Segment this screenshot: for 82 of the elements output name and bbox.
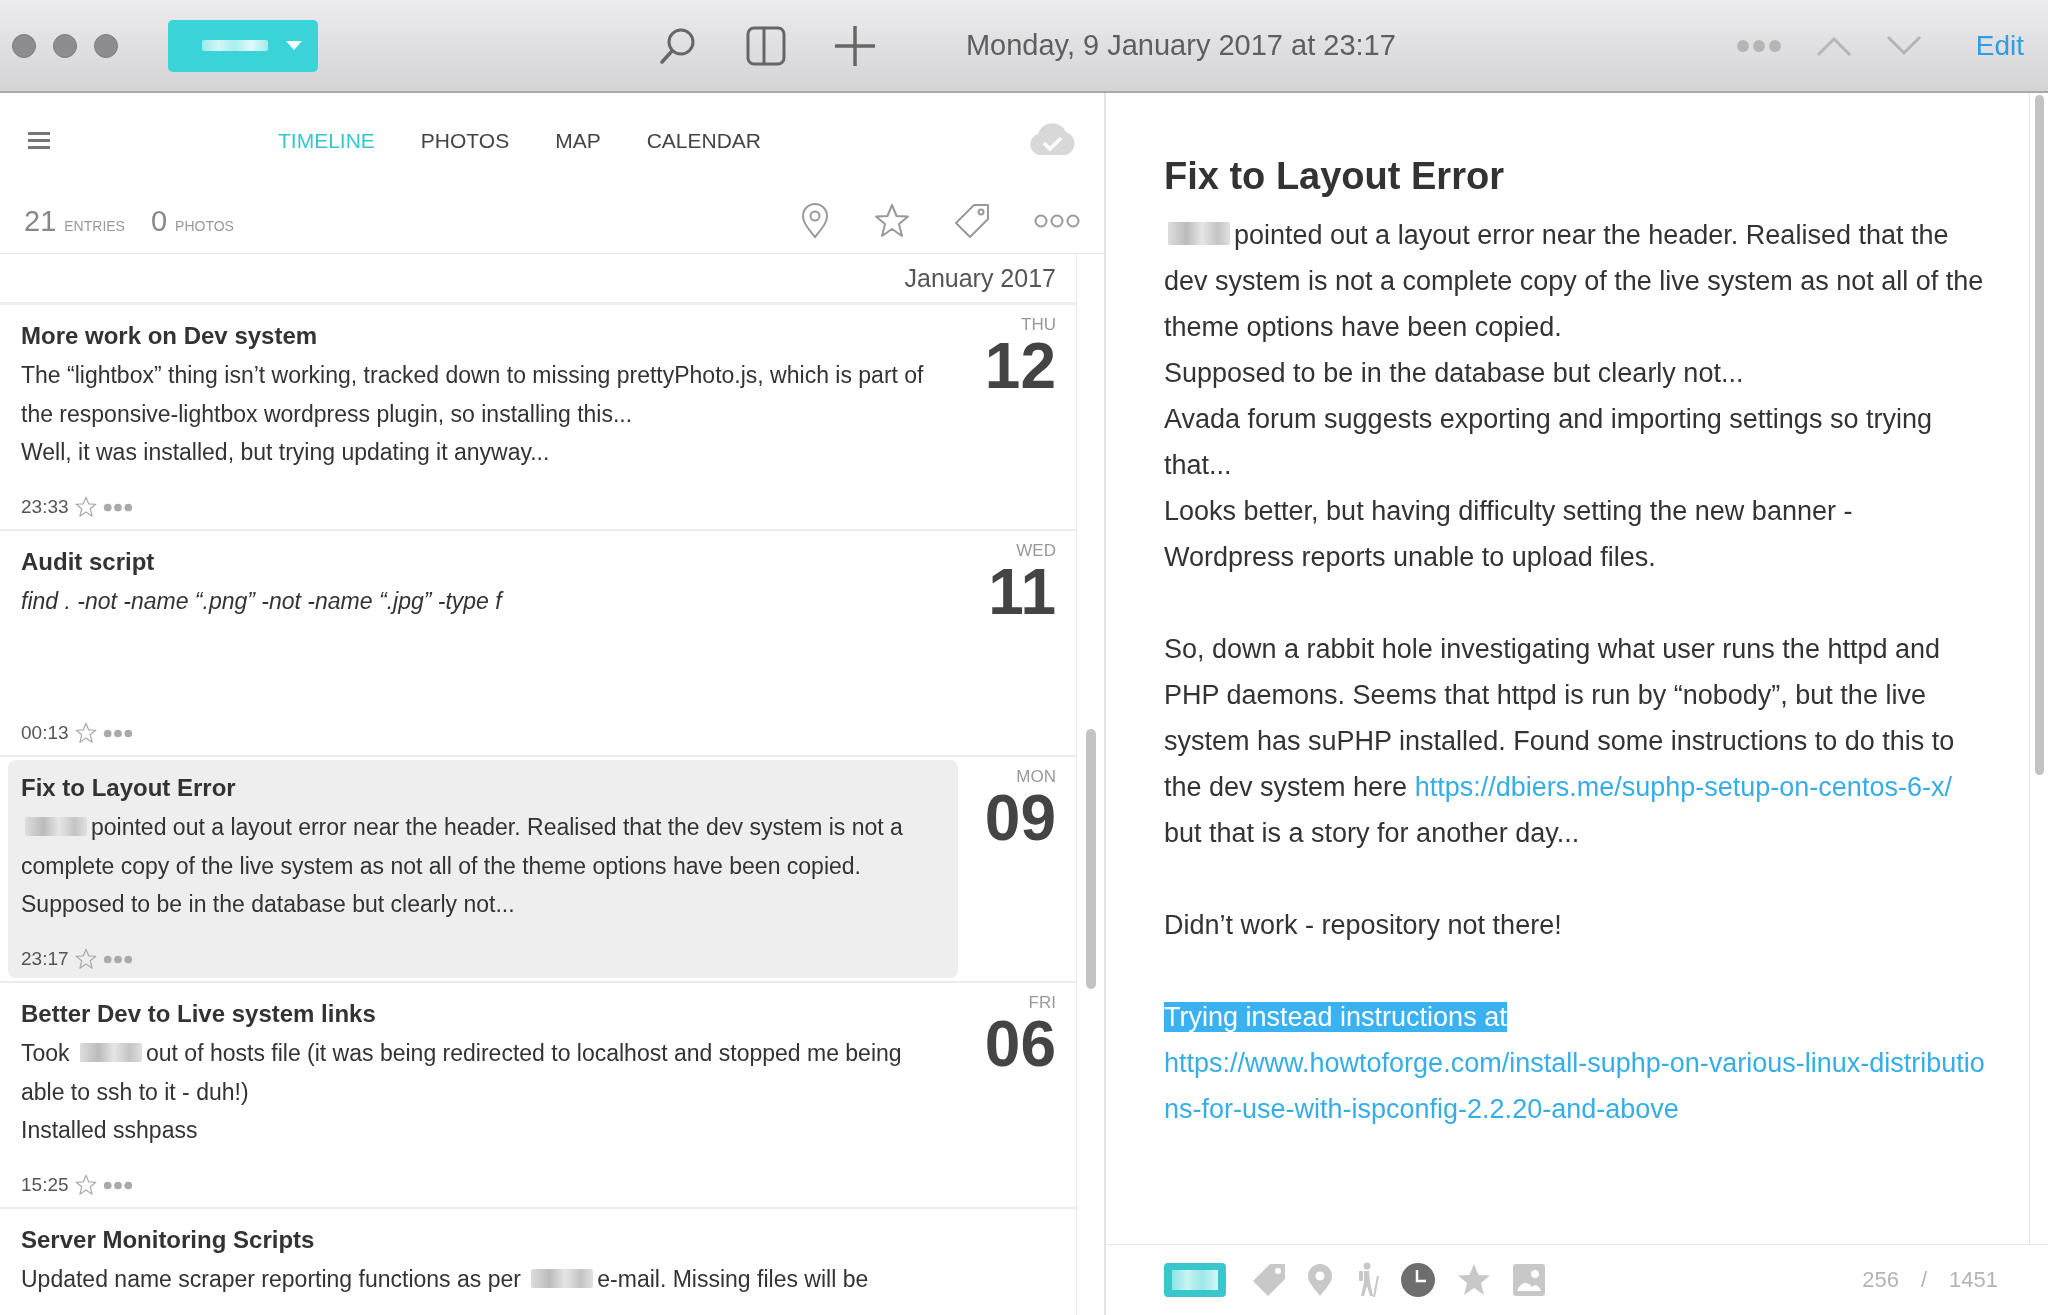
journal-button[interactable] <box>168 19 318 72</box>
entry-time: 15:25 <box>21 1174 69 1196</box>
entry-text: Well, it was installed, but trying updating it anyway... <box>21 438 551 467</box>
star-icon[interactable] <box>874 203 910 239</box>
stat-label: ENTRIES <box>64 217 125 234</box>
location-pin-icon[interactable] <box>800 203 830 239</box>
tag-icon[interactable] <box>954 203 990 239</box>
month-header: January 2017 <box>0 254 1076 305</box>
stat-count: 0 <box>150 204 168 238</box>
word-count: 256 <box>1862 1267 1899 1293</box>
caret-icon <box>286 40 302 51</box>
weekday-label: WED <box>1016 541 1056 561</box>
weekday-label: MON <box>1016 767 1056 787</box>
entry-card[interactable]: Better Dev to Live system links Took out of hosts file (it was being redirected to localhost and stopped me being able to ssh to it - duh!) Installed sshpass 15:25 <box>8 986 958 1204</box>
entry-date: Monday, 9 January 2017 at 23:17 <box>965 29 1396 62</box>
window-button[interactable] <box>94 33 118 58</box>
note-text: Avada forum suggests exporting and importing settings so trying that... <box>1164 403 1933 482</box>
highlighted-text: Trying instead instructions at <box>1164 1002 1507 1032</box>
blurred-name <box>1168 222 1230 246</box>
entry-card[interactable]: Server Monitoring Scripts Updated name scraper reporting functions as per e-mail. Missing files will be <box>8 1212 958 1315</box>
more-icon[interactable] <box>102 1180 133 1190</box>
more-icon[interactable] <box>1735 38 1782 53</box>
entry-text: The “lightbox” thing isn’t working, tracked down to missing prettyPhoto.js, which is part of the responsive-lightbox wordpress plugin, so installing this... <box>21 361 925 429</box>
note-text: Looks better, but having difficulty setting the new banner - Wordpress reports unable to upload files. <box>1164 495 1854 574</box>
note-title: Fix to Layout Error <box>1164 155 1505 198</box>
word-total: 1451 <box>1949 1267 1998 1293</box>
weekday-label: FRI <box>1028 993 1056 1013</box>
day-number: 12 <box>984 335 1056 397</box>
more-icon[interactable] <box>102 954 133 964</box>
entry-card[interactable]: Audit script find . -not -name “.png” -not -name “.jpg” -type f 00:13 <box>8 534 958 752</box>
blurred-name <box>531 1268 594 1289</box>
day-number: 11 <box>988 561 1056 623</box>
note-text: Supposed to be in the database but clearly not... <box>1164 357 1745 390</box>
day-number: 09 <box>984 787 1056 849</box>
image-icon[interactable] <box>1512 1263 1546 1297</box>
note-text: pointed out a layout error near the header. Realised that the dev system is not a complete copy of the live system as not all of the theme options have been copied. <box>1164 219 1985 344</box>
chevron-down-icon[interactable] <box>1885 34 1922 57</box>
entry-title: Server Monitoring Scripts <box>21 1226 316 1254</box>
menu-icon[interactable] <box>28 132 50 150</box>
clock-icon[interactable] <box>1400 1262 1436 1298</box>
plus-icon[interactable] <box>833 24 876 67</box>
entry-title: Audit script <box>21 548 156 576</box>
entry-title: Better Dev to Live system links <box>21 1000 377 1028</box>
blurred-name <box>80 1042 142 1063</box>
star-icon[interactable] <box>74 496 97 518</box>
entry-time: 23:33 <box>21 496 69 518</box>
entry-text: pointed out a layout error near the header. Realised that the dev system is not a complete copy of the live system as not all of the theme options have been copied. Supposed to be in the database but clearly not... <box>21 813 904 919</box>
day-number: 06 <box>984 1013 1056 1075</box>
star-icon[interactable] <box>74 1174 97 1196</box>
view-tab[interactable]: CALENDAR <box>646 129 762 153</box>
view-tab[interactable]: PHOTOS <box>420 129 510 153</box>
stat-count: 21 <box>24 204 57 238</box>
entry-text: Installed sshpass <box>21 1116 199 1145</box>
blurred-name <box>25 816 87 837</box>
note-text: So, down a rabbit hole investigating what user runs the httpd and PHP daemons. Seems that httpd is run by “nobody”, but the live system has suPHP installed. Found some instructions to do this to the dev system here https://dbiers.me/suphp-setup-on-centos-6-x/ but that is a story for another day... <box>1164 633 1956 850</box>
chevron-up-icon[interactable] <box>1815 34 1852 57</box>
entry-title: More work on Dev system <box>21 322 319 350</box>
window-button[interactable] <box>12 33 36 58</box>
entry-title: Fix to Layout Error <box>21 774 237 802</box>
entry-text: Updated name scraper reporting functions as per e-mail. Missing files will be <box>21 1265 870 1294</box>
view-tab[interactable]: MAP <box>555 129 601 153</box>
star-icon[interactable] <box>74 722 97 744</box>
entry-time: 23:17 <box>21 948 69 970</box>
star-icon[interactable] <box>1456 1262 1492 1298</box>
window-button[interactable] <box>53 33 77 58</box>
entry-text: Took out of hosts file (it was being redirected to localhost and stopped me being able to ssh to it - duh!) <box>21 1039 903 1107</box>
weekday-label: THU <box>1021 315 1056 335</box>
stat-label: PHOTOS <box>175 217 234 234</box>
note-text: Didn’t work - repository not there! <box>1164 909 1563 942</box>
sidebar-icon[interactable] <box>745 25 786 66</box>
more-icon[interactable] <box>102 502 133 512</box>
more-icon[interactable] <box>102 728 133 738</box>
entry-text: find . -not -name “.png” -not -name “.jpg” -type f <box>21 587 505 616</box>
separator: / <box>1920 1267 1928 1293</box>
location-pin-icon[interactable] <box>1306 1263 1334 1297</box>
blurred-name <box>202 39 268 52</box>
entry-time: 00:13 <box>21 722 69 744</box>
journal-badge[interactable] <box>1164 1263 1226 1297</box>
star-icon[interactable] <box>74 948 97 970</box>
tag-icon[interactable] <box>1252 1263 1286 1297</box>
entry-card[interactable] <box>8 760 958 978</box>
more-icon[interactable] <box>1034 214 1080 228</box>
